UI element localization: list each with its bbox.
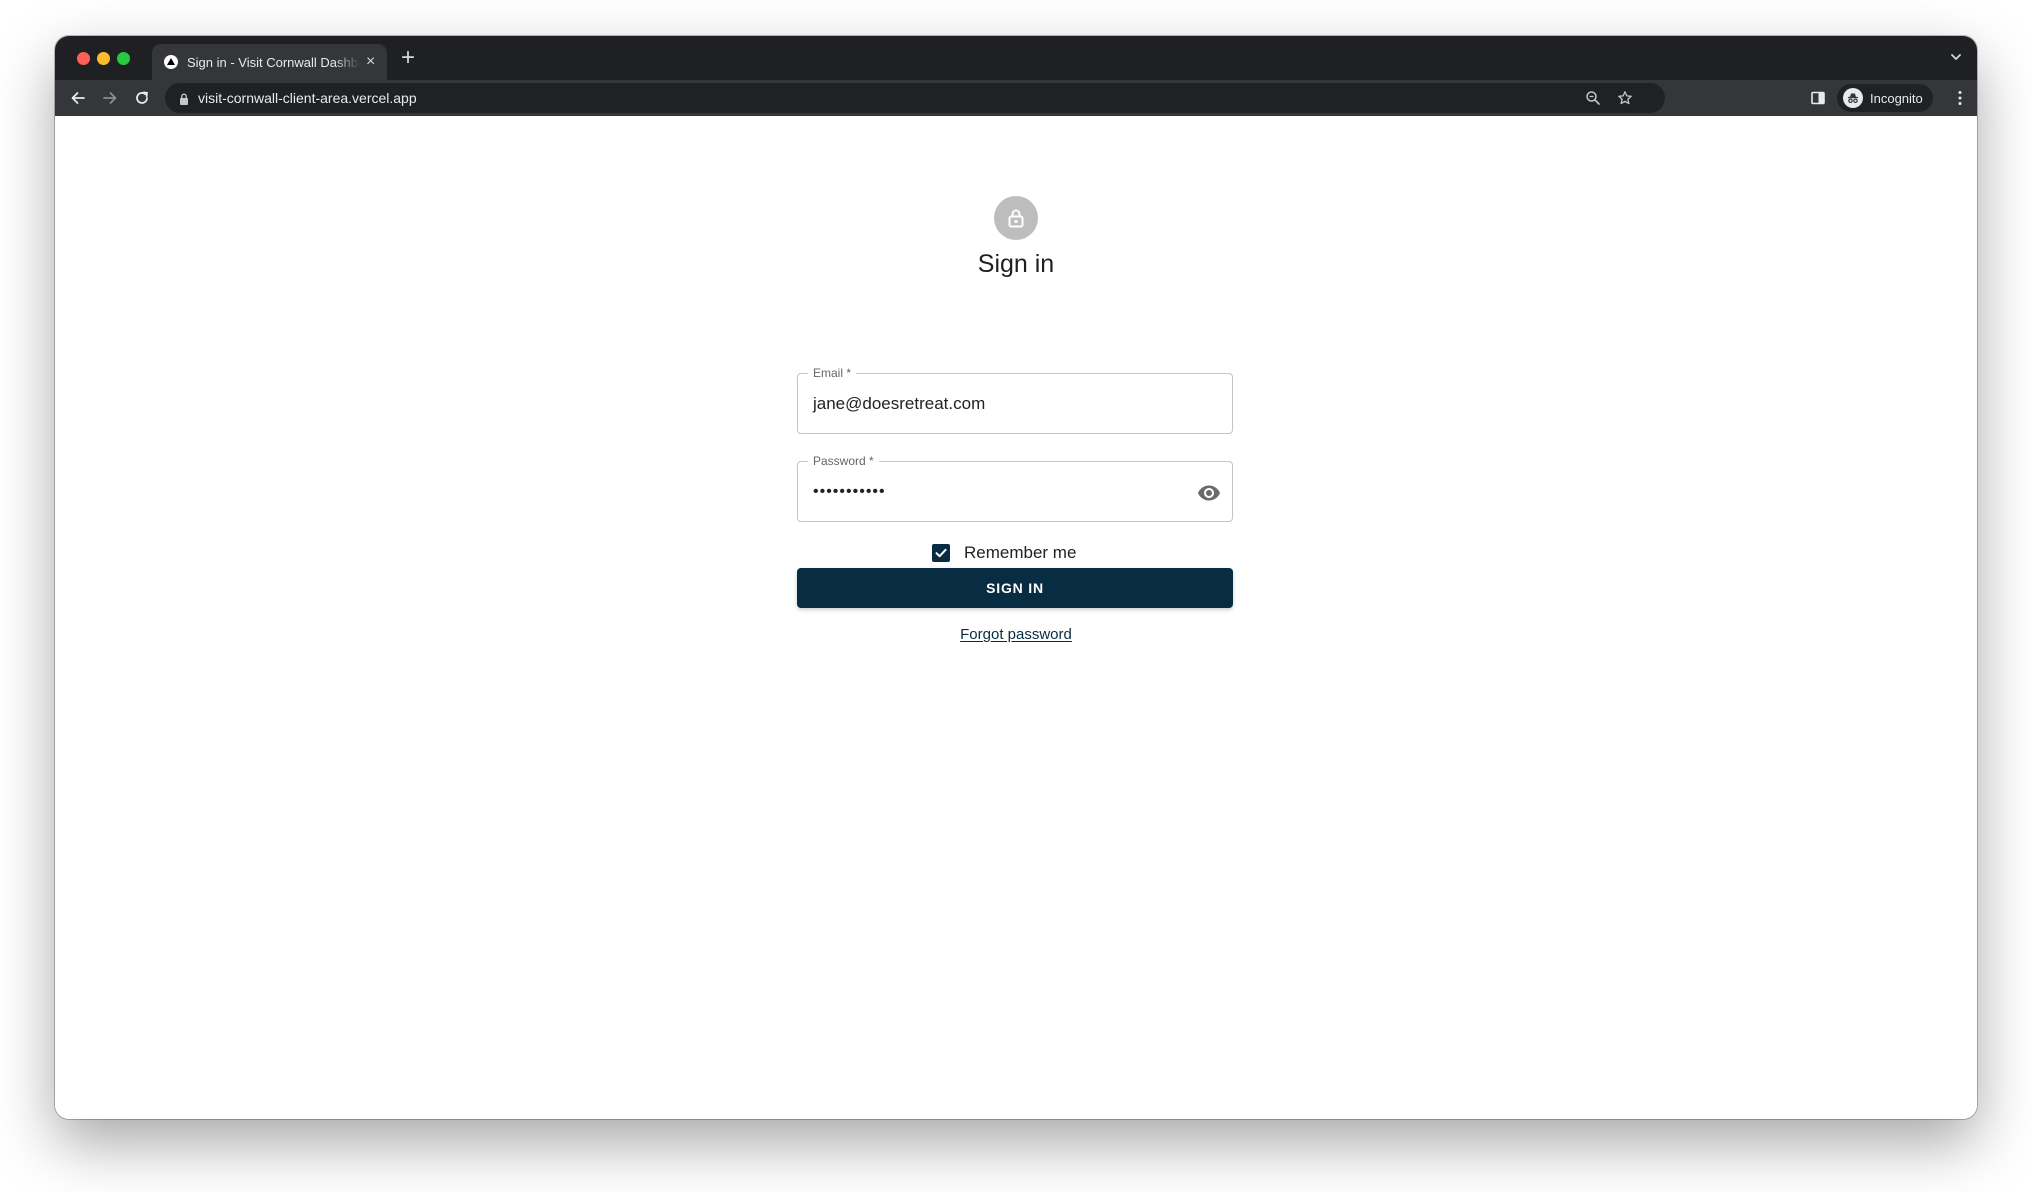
address-bar[interactable]: visit-cornwall-client-area.vercel.app: [165, 83, 1665, 113]
reload-icon[interactable]: [133, 89, 151, 107]
url-text: visit-cornwall-client-area.vercel.app: [198, 90, 417, 106]
new-tab-button[interactable]: +: [401, 46, 415, 70]
checkmark-icon[interactable]: [932, 544, 950, 562]
tab-search-chevron-icon[interactable]: [1949, 50, 1963, 69]
close-window-button[interactable]: [77, 52, 90, 65]
page-content: Sign in Email * jane@doesretreat.com Pas…: [55, 116, 1977, 1119]
email-field[interactable]: Email * jane@doesretreat.com: [797, 365, 1233, 434]
zoom-icon[interactable]: [1585, 90, 1601, 111]
forgot-password-link[interactable]: Forgot password: [960, 626, 1072, 643]
tab-title: Sign in - Visit Cornwall Dashboard: [187, 54, 360, 70]
maximize-window-button[interactable]: [117, 52, 130, 65]
password-input[interactable]: •••••••••••: [813, 462, 886, 521]
tab-strip: Sign in - Visit Cornwall Dashboard × +: [55, 36, 1977, 80]
remember-me-checkbox[interactable]: Remember me: [932, 543, 1076, 563]
incognito-icon: [1843, 88, 1863, 108]
side-panel-icon[interactable]: [1809, 89, 1827, 107]
bookmark-star-icon[interactable]: [1617, 90, 1633, 111]
password-field[interactable]: Password * •••••••••••: [797, 453, 1233, 522]
browser-window: Sign in - Visit Cornwall Dashboard × + v…: [55, 36, 1977, 1119]
forward-arrow-icon[interactable]: [101, 89, 119, 107]
back-arrow-icon[interactable]: [69, 89, 87, 107]
minimize-window-button[interactable]: [97, 52, 110, 65]
eye-icon[interactable]: [1197, 481, 1221, 510]
forgot-password-row: Forgot password: [55, 626, 1977, 643]
tab-close-icon[interactable]: ×: [366, 54, 375, 70]
email-input[interactable]: jane@doesretreat.com: [813, 374, 985, 433]
incognito-profile-button[interactable]: Incognito: [1837, 84, 1933, 112]
profile-label: Incognito: [1870, 90, 1923, 106]
lock-icon: [994, 196, 1038, 240]
more-menu-icon[interactable]: [1957, 90, 1963, 111]
vercel-favicon-icon: [164, 55, 178, 69]
page-title: Sign in: [977, 250, 1055, 278]
browser-toolbar: visit-cornwall-client-area.vercel.app In…: [55, 80, 1977, 116]
lock-icon[interactable]: [179, 92, 189, 110]
browser-tab[interactable]: Sign in - Visit Cornwall Dashboard ×: [152, 44, 387, 80]
remember-me-label: Remember me: [964, 543, 1077, 562]
sign-in-button[interactable]: SIGN IN: [797, 568, 1233, 608]
